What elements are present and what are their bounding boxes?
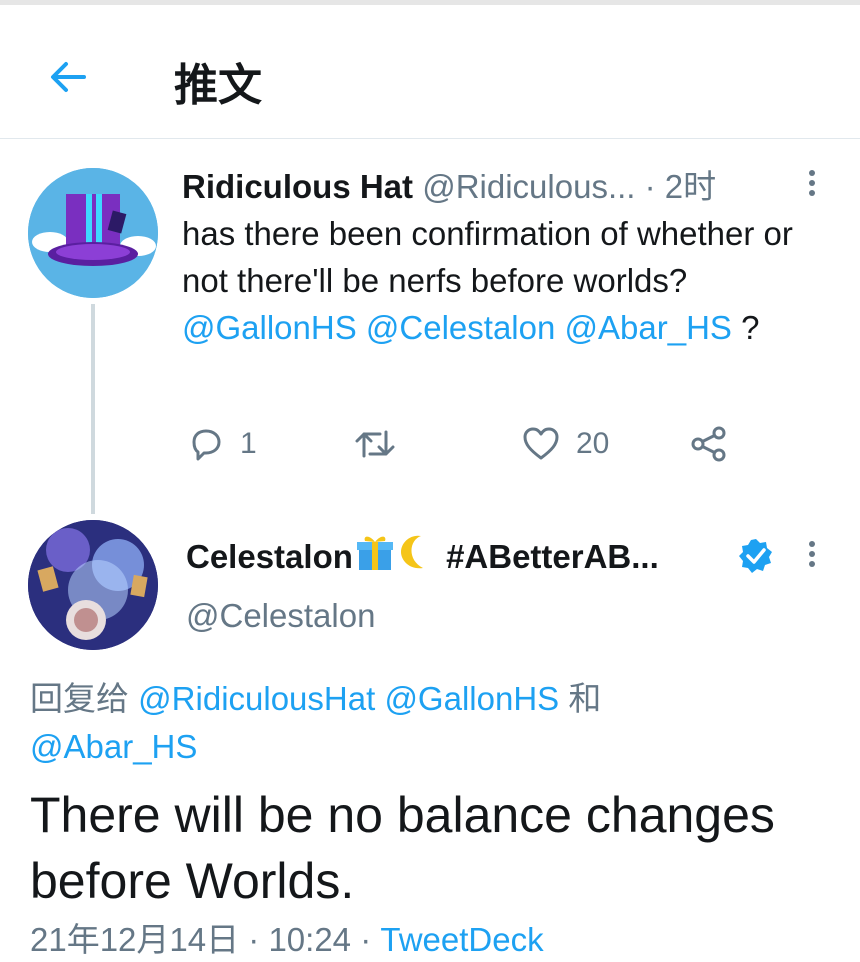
timestamp[interactable]: 2时 — [665, 168, 716, 205]
replying-to: 回复给 @RidiculousHat @GallonHS 和 @Abar_HS — [30, 675, 830, 771]
retweet-button[interactable] — [354, 420, 396, 468]
tweet-2-text: There will be no balance changes before … — [30, 787, 775, 909]
tweet-meta: 21年12月14日 · 10:24 · TweetDeck — [30, 918, 544, 962]
tweet-date: 21年12月14日 · 10:24 · — [30, 921, 381, 958]
mention-link[interactable]: @GallonHS — [384, 680, 559, 717]
like-count: 20 — [576, 427, 610, 460]
reply-count: 1 — [240, 427, 257, 460]
page-title: 推文 — [174, 60, 262, 111]
thread-connector-line — [91, 304, 95, 514]
avatar-celestalon[interactable] — [28, 520, 158, 650]
mention-link[interactable]: @RidiculousHat — [138, 680, 375, 717]
like-button[interactable]: 20 — [522, 420, 609, 468]
reply-and: 和 — [559, 680, 602, 717]
tweet-text-part: has there been confirmation of whether o… — [182, 215, 793, 299]
display-name: Celestalon — [186, 538, 353, 575]
gift-icon — [355, 532, 395, 586]
user-handle[interactable]: @Ridiculous... — [422, 168, 635, 205]
reply-button[interactable]: 1 — [188, 420, 257, 468]
mention-link[interactable]: @Abar_HS — [30, 728, 197, 765]
tweet-2-display-name[interactable]: Celestalon #ABetterAB... — [186, 532, 786, 582]
back-arrow-icon[interactable] — [44, 53, 92, 101]
mention-link[interactable]: @Celestalon — [366, 309, 555, 346]
tweet-1-text: has there been confirmation of whether o… — [182, 210, 842, 351]
avatar-ridiculous-hat[interactable] — [28, 168, 158, 298]
page-header: 推文 — [0, 5, 860, 139]
display-name[interactable]: Ridiculous Hat — [182, 168, 413, 205]
more-icon[interactable] — [800, 537, 824, 577]
like-icon — [523, 427, 559, 460]
mention-link[interactable]: @Abar_HS — [565, 309, 732, 346]
tweet-text-part: ? — [731, 309, 760, 346]
reply-icon — [192, 429, 221, 461]
verified-icon — [737, 537, 775, 575]
tweet-1-actions: 1 20 — [182, 420, 742, 468]
tweet-1-header: Ridiculous Hat @Ridiculous... · 2时 — [182, 166, 802, 208]
user-handle[interactable]: @Celestalon — [186, 594, 375, 638]
share-icon — [691, 426, 726, 462]
mention-link[interactable]: @GallonHS — [182, 309, 357, 346]
share-button[interactable] — [690, 420, 728, 468]
retweet-icon — [355, 430, 395, 458]
display-name-hashtag: #ABetterAB... — [446, 538, 659, 575]
more-icon[interactable] — [800, 166, 824, 206]
source-link[interactable]: TweetDeck — [380, 921, 543, 958]
separator: · — [635, 168, 665, 205]
reply-prefix: 回复给 — [30, 680, 139, 717]
moon-icon — [399, 532, 435, 586]
